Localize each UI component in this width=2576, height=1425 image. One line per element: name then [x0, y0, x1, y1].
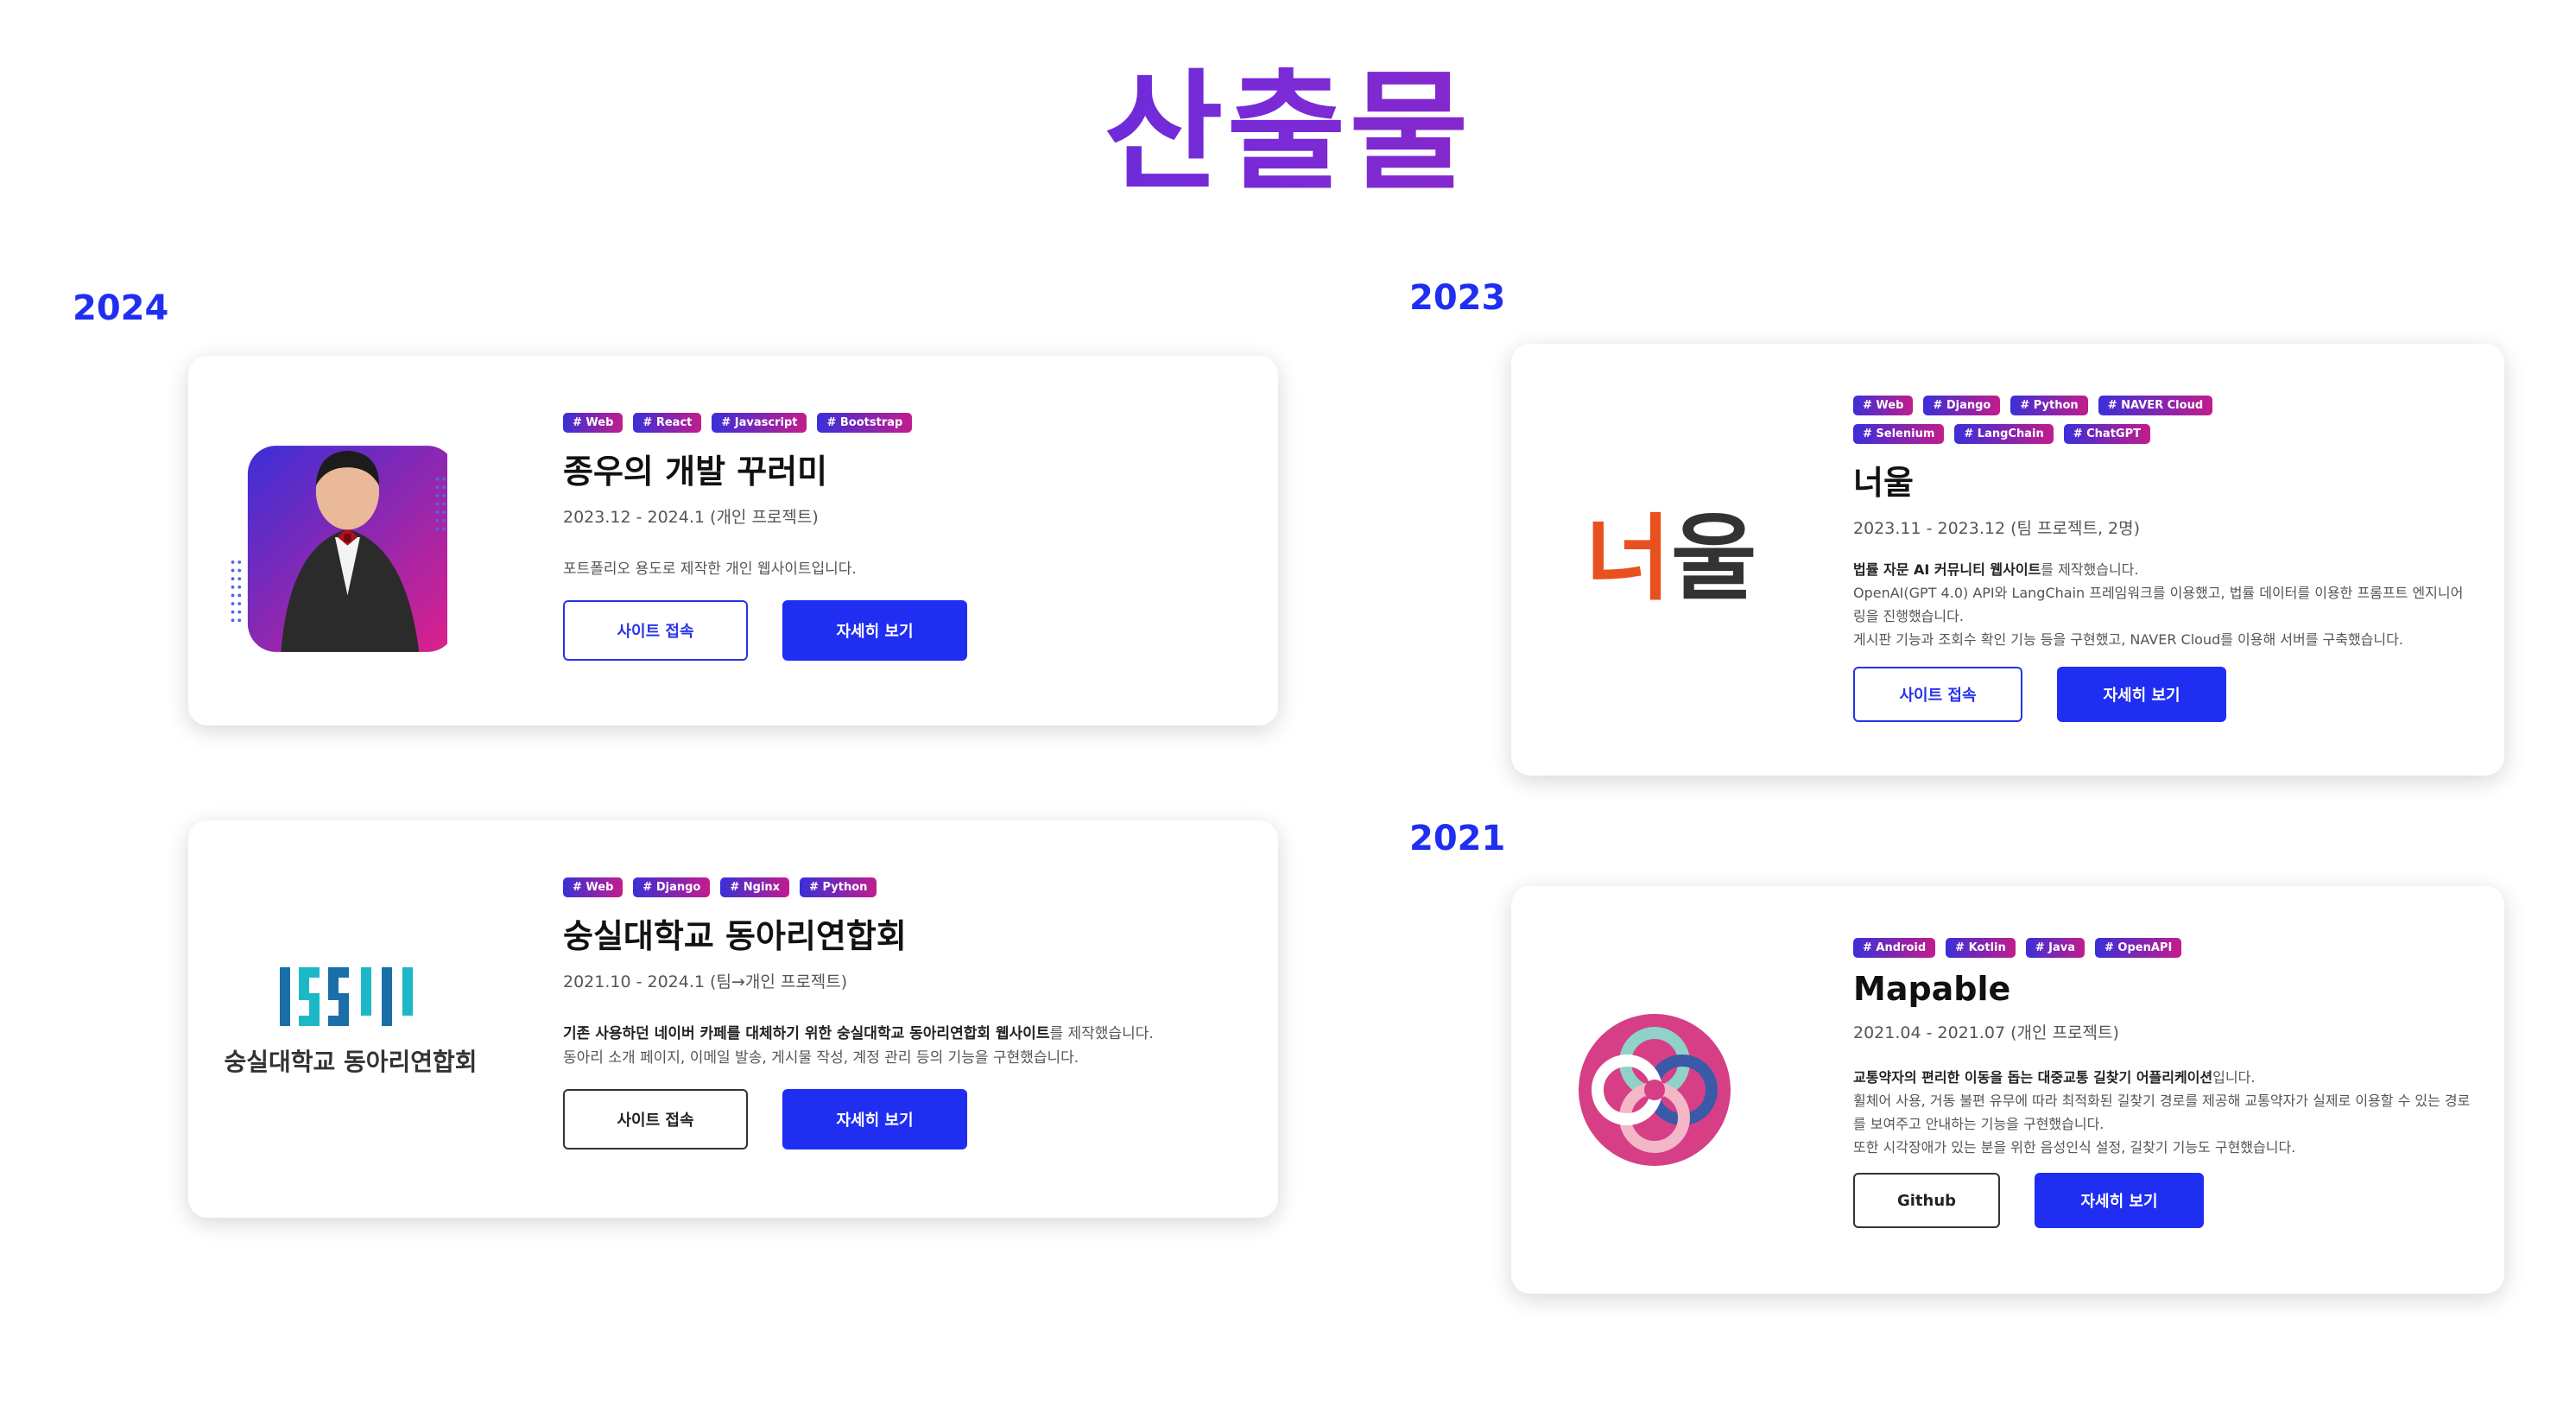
project-description: 교통약자의 편리한 이동을 돕는 대중교통 길찾기 어플리케이션입니다. 휠체어…: [1853, 1069, 2471, 1156]
tag-list: # Web # Django # Python # NAVER Cloud # …: [1853, 396, 2216, 444]
project-card-neoul: 너 울 # Web # Django # Python # NAVER Clou…: [1511, 344, 2504, 776]
project-date: 2023.11 - 2023.12 (팀 프로젝트, 2명): [1853, 519, 2141, 538]
tag-bootstrap: # Bootstrap: [817, 413, 913, 433]
tag-naver-cloud: # NAVER Cloud: [2098, 396, 2213, 415]
project-card-mapable: # Android # Kotlin # Java # OpenAPI Mapa…: [1511, 886, 2504, 1294]
view-details-button[interactable]: 자세히 보기: [782, 1089, 967, 1150]
tag-web: # Web: [563, 413, 623, 433]
tag-nginx: # Nginx: [720, 877, 790, 897]
tag-chatgpt: # ChatGPT: [2063, 424, 2150, 444]
tag-selenium: # Selenium: [1853, 424, 1945, 444]
tag-web: # Web: [563, 877, 623, 897]
tag-django: # Django: [1923, 396, 2001, 415]
tag-react: # React: [633, 413, 702, 433]
visit-site-button[interactable]: 사이트 접속: [563, 600, 748, 661]
view-details-button[interactable]: 자세히 보기: [782, 600, 967, 661]
view-details-button[interactable]: 자세히 보기: [2035, 1173, 2204, 1228]
year-label-2024: 2024: [73, 288, 169, 328]
project-description: 법률 자문 AI 커뮤니티 웹사이트를 제작했습니다. OpenAI(GPT 4…: [1853, 561, 2464, 648]
page-title: 산출물: [0, 62, 2576, 205]
project-date: 2021.10 - 2024.1 (팀→개인 프로젝트): [563, 972, 848, 991]
view-details-button[interactable]: 자세히 보기: [2057, 667, 2226, 722]
year-label-2021: 2021: [1409, 819, 1506, 858]
portrait-photo-icon: [231, 446, 447, 652]
project-title: Mapable: [1853, 970, 2011, 1008]
tag-langchain: # LangChain: [1954, 424, 2054, 444]
project-date: 2021.04 - 2021.07 (개인 프로젝트): [1853, 1023, 2119, 1042]
tag-kotlin: # Kotlin: [1946, 938, 2016, 958]
ssu-logo-icon: [280, 967, 413, 1026]
tag-python: # Python: [2010, 396, 2088, 415]
github-button[interactable]: Github: [1853, 1173, 2000, 1228]
visit-site-button[interactable]: 사이트 접속: [563, 1089, 748, 1150]
visit-site-button[interactable]: 사이트 접속: [1853, 667, 2022, 722]
tag-android: # Android: [1853, 938, 1936, 958]
tag-javascript: # Javascript: [712, 413, 807, 433]
project-card-portfolio: # Web # React # Javascript # Bootstrap 종…: [188, 356, 1278, 725]
project-card-ssu-club: 숭실대학교 동아리연합회 # Web # Django # Nginx # Py…: [188, 820, 1278, 1218]
project-description: 기존 사용하던 네이버 카페를 대체하기 위한 숭실대학교 동아리연합회 웹사이…: [563, 1025, 1154, 1067]
tag-list: # Web # React # Javascript # Bootstrap: [563, 413, 943, 433]
project-date: 2023.12 - 2024.1 (개인 프로젝트): [563, 508, 819, 527]
tag-web: # Web: [1853, 396, 1914, 415]
ssu-logo-text: 숭실대학교 동아리연합회: [224, 1048, 478, 1076]
tag-list: # Android # Kotlin # Java # OpenAPI: [1853, 938, 2233, 958]
tag-java: # Java: [2025, 938, 2085, 958]
project-title: 숭실대학교 동아리연합회: [563, 917, 907, 955]
project-description: 포트폴리오 용도로 제작한 개인 웹사이트입니다.: [563, 560, 857, 578]
portrait-thumbnail: [223, 408, 447, 667]
tag-list: # Web # Django # Nginx # Python: [563, 877, 943, 897]
project-title: 너울: [1853, 464, 1914, 502]
tag-django: # Django: [633, 877, 711, 897]
project-title: 종우의 개발 꾸러미: [563, 453, 828, 491]
ssu-club-logo: 숭실대학교 동아리연합회: [204, 950, 497, 1088]
mapable-app-icon: [1579, 1014, 1731, 1166]
mapable-logo: [1568, 1004, 1741, 1176]
neoul-logo: 너 울: [1585, 505, 1757, 613]
year-label-2023: 2023: [1409, 278, 1506, 318]
tag-python: # Python: [800, 877, 877, 897]
tag-openapi: # OpenAPI: [2095, 938, 2182, 958]
